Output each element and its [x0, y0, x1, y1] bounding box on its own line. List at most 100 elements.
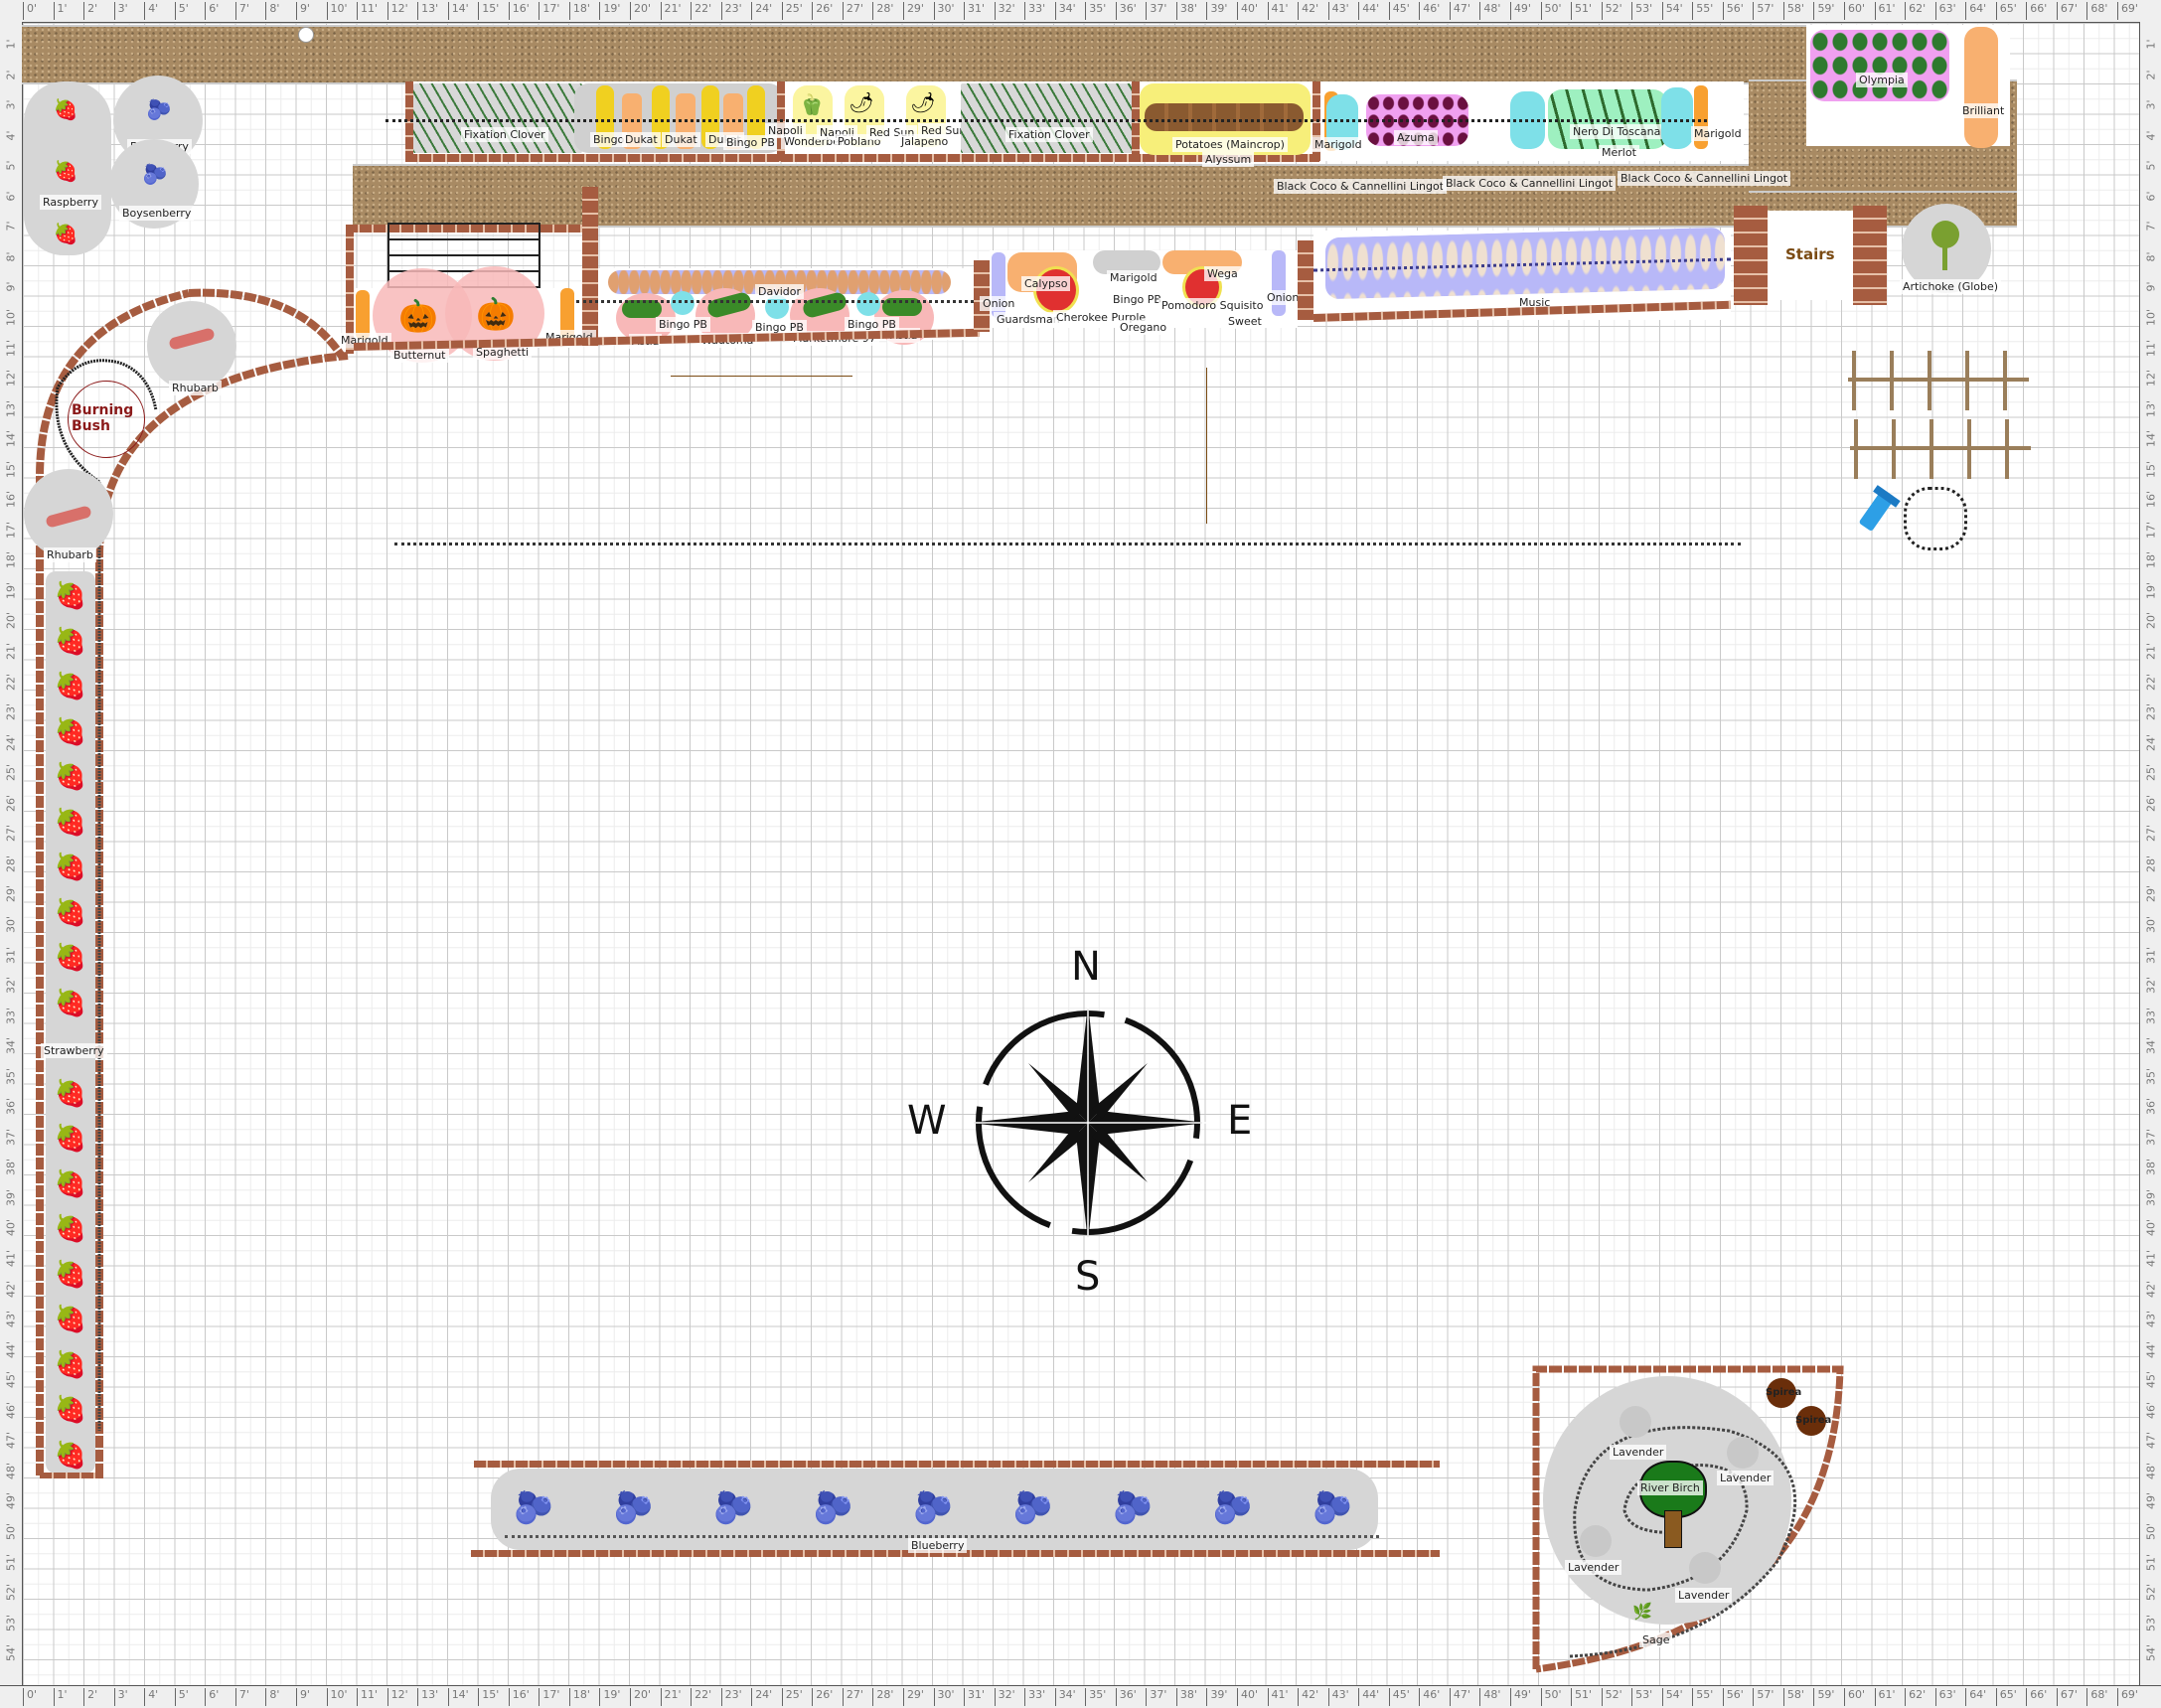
butternut-label: Butternut: [390, 348, 449, 363]
ruler-tick: 25': [781, 2, 803, 20]
ruler-tick: 43': [2144, 1311, 2158, 1328]
ruler-tick: 10': [326, 1688, 348, 1706]
ruler-tick: 40': [2144, 1219, 2158, 1237]
lavender-icon[interactable]: [1580, 1525, 1612, 1557]
stairs-wall-right: [1853, 206, 1887, 305]
lavender-icon[interactable]: [1727, 1437, 1759, 1469]
strawberry-zone[interactable]: [46, 571, 95, 1474]
ruler-tick: 43': [1327, 1688, 1349, 1706]
ruler-tick: 46': [1419, 2, 1440, 20]
ruler-tick: 51': [1571, 2, 1592, 20]
rhubarb-zone[interactable]: [147, 301, 236, 390]
pomodoro-label: Pomodoro Squisito: [1158, 298, 1267, 313]
blueberry-icon: 🫐: [1212, 1488, 1253, 1526]
ruler-tick: 68': [2086, 2, 2107, 20]
ruler-tick: 53': [1631, 1688, 1652, 1706]
compass-north: N: [1071, 944, 1101, 990]
ruler-tick: 28': [872, 2, 893, 20]
ruler-tick: 56': [1722, 2, 1744, 20]
ruler-tick: 58': [1782, 1688, 1804, 1706]
strawberry-icon: 🍓: [54, 1259, 87, 1290]
ruler-tick: 67': [2056, 1688, 2078, 1706]
ruler-tick: 53': [1631, 2, 1652, 20]
ruler-tick: 14': [2144, 430, 2158, 448]
ruler-tick: 42': [1298, 2, 1318, 20]
ruler-tick: 4': [2144, 130, 2158, 141]
ruler-tick: 21': [660, 2, 682, 20]
clover-zone-1[interactable]: [413, 83, 582, 153]
ruler-tick: 4': [144, 1688, 158, 1706]
ruler-tick: 35': [2144, 1067, 2158, 1085]
ruler-tick: 17': [539, 1688, 559, 1706]
ruler-tick: 46': [2144, 1401, 2158, 1419]
fence-icon: [1848, 351, 2031, 479]
ruler-tick: 26': [2144, 794, 2158, 812]
ruler-tick: 10': [2144, 308, 2158, 326]
strawberry-icon: 🍓: [54, 672, 87, 701]
ruler-tick: 32': [994, 1688, 1015, 1706]
ruler-tick: 29': [902, 1688, 924, 1706]
strawberry-icon: 🍓: [54, 897, 87, 928]
strawberry-icon: 🍓: [54, 716, 87, 747]
ruler-tick: 25': [2144, 764, 2158, 782]
ruler-tick: 36': [1115, 1688, 1137, 1706]
terrace-divider: [582, 187, 598, 346]
blueberry-icon: 🫐: [1312, 1488, 1352, 1526]
ruler-tick: 20': [630, 1688, 651, 1706]
blueberry-icon: 🫐: [1012, 1488, 1053, 1526]
brilliant-zone[interactable]: [1964, 27, 1998, 148]
ruler-tick: 36': [1115, 2, 1137, 20]
hose-nozzle-icon[interactable]: [1854, 485, 1901, 537]
ruler-tick: 33': [1024, 1688, 1045, 1706]
ruler-tick: 52': [2144, 1584, 2158, 1602]
ruler-tick: 20': [630, 2, 651, 20]
lavender-icon[interactable]: [1689, 1552, 1721, 1584]
marigold-label-2: Marigold: [1691, 126, 1745, 141]
strawberry-icon: 🍓: [54, 762, 87, 792]
sage-label: Sage: [1639, 1632, 1673, 1647]
blueberry-label: Blueberry: [908, 1538, 968, 1553]
lavender-icon[interactable]: [1620, 1406, 1651, 1438]
clover-zone-2[interactable]: [961, 83, 1136, 153]
ruler-tick: 53': [4, 1614, 18, 1631]
ruler-tick: 65': [1995, 1688, 2017, 1706]
ruler-tick: 50': [1540, 1688, 1562, 1706]
bingo-pb-label: Bingo PB: [1110, 292, 1164, 307]
ruler-tick: 21': [2144, 642, 2158, 661]
ruler-tick: 38': [2144, 1159, 2158, 1176]
hose-coil-icon[interactable]: [1904, 487, 1967, 550]
ruler-tick: 44': [1358, 2, 1379, 20]
ruler-tick: 62': [1905, 2, 1926, 20]
olympia-zone[interactable]: [1810, 30, 1949, 101]
ruler-tick: 52': [1601, 2, 1622, 20]
ruler-tick: 45': [1388, 2, 1410, 20]
ruler-tick: 14': [447, 2, 469, 20]
ruler-tick: 56': [1722, 1688, 1744, 1706]
ruler-tick: 50': [4, 1522, 18, 1540]
strawberry-icon: 🍓: [54, 988, 87, 1018]
ruler-tick: 8': [265, 1688, 279, 1706]
stairs-label: Stairs: [1785, 245, 1835, 263]
carrot-label: Dukat: [662, 132, 700, 147]
ruler-tick: 15': [2144, 460, 2158, 478]
ruler-tick: 49': [1509, 2, 1531, 20]
ruler-tick: 61': [1874, 2, 1896, 20]
ruler-tick: 26': [812, 1688, 833, 1706]
ruler-tick: 28': [872, 1688, 893, 1706]
bean-label: Black Coco & Cannellini Lingot: [1274, 179, 1448, 194]
ruler-tick: 45': [1388, 1688, 1410, 1706]
onion-zone: [1272, 250, 1286, 316]
ruler-tick: 66': [2026, 1688, 2047, 1706]
ruler-tick: 2': [2144, 70, 2158, 80]
ruler-tick: 23': [720, 1688, 742, 1706]
clover-label-1: Fixation Clover: [461, 127, 548, 142]
strawberry-icon: 🍓: [54, 581, 87, 611]
bean-zone-3[interactable]: [1661, 87, 1693, 149]
artichoke-stem-icon: [1942, 246, 1947, 270]
ruler-tick: 59': [1813, 2, 1834, 20]
ruler-tick: 42': [1298, 1688, 1318, 1706]
alyssum-label: Alyssum: [1202, 152, 1255, 167]
ruler-tick: 65': [1995, 2, 2017, 20]
blueberry-icon: 🫐: [613, 1488, 654, 1526]
ruler-tick: 12': [386, 1688, 408, 1706]
